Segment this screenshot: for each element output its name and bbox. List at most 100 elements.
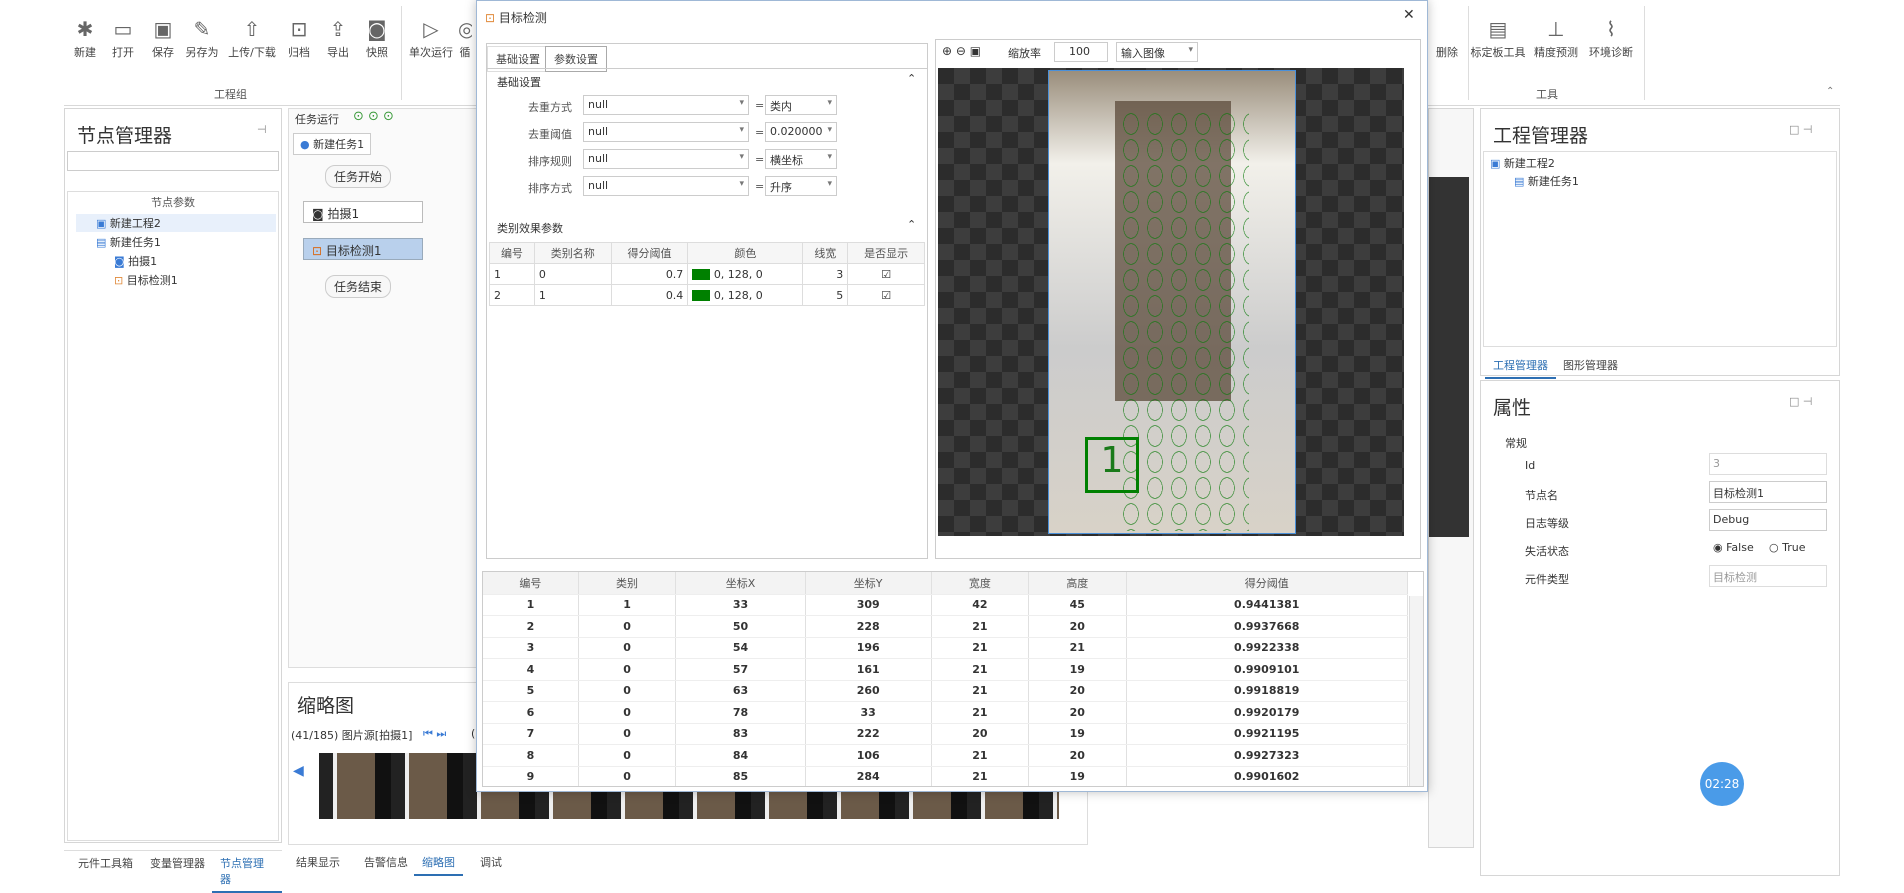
tab-task1[interactable]: ● 新建任务1 — [293, 133, 372, 155]
tab-results[interactable]: 结果显示 — [288, 850, 348, 874]
accuracy-predict-button[interactable]: ⊥ 精度预测 — [1530, 14, 1582, 60]
calibration-tool-button[interactable]: ▤ 标定板工具 — [1466, 14, 1530, 60]
properties-title: 属性 — [1493, 397, 1532, 419]
class-row[interactable]: 1 0 0.7 0, 128, 0 3 ☑ — [489, 263, 925, 285]
table-row[interactable]: 4 0 57 161 21 19 0.9909101 — [483, 658, 1409, 681]
hidden-panel — [1428, 108, 1474, 848]
sort-rule-value[interactable]: 横坐标 — [765, 149, 837, 169]
export-button[interactable]: ⇪ 导出 — [317, 14, 359, 60]
timer-badge[interactable]: 02:28 — [1700, 762, 1744, 806]
zoom-input[interactable]: 100 — [1054, 42, 1108, 62]
prop-id-field[interactable]: 3 — [1709, 453, 1827, 475]
sort-order-value[interactable]: 升序 — [765, 176, 837, 196]
zoom-icons[interactable]: ⊕ ⊖ ▣ — [942, 44, 981, 58]
class-section-title: 类别效果参数 — [497, 222, 563, 235]
image-canvas[interactable]: 1 — [938, 68, 1404, 536]
tab-node-manager[interactable]: 节点管理器 — [212, 851, 282, 893]
new-button[interactable]: ✱ 新建 — [64, 14, 106, 60]
save-button[interactable]: ▣ 保存 — [142, 14, 184, 60]
table-row[interactable]: 5 0 63 260 21 20 0.9918819 — [483, 680, 1409, 702]
task-icon: ▤ — [1514, 175, 1528, 188]
results-table: 编号 类别 坐标X 坐标Y 宽度 高度 得分阈值 1 1 33 309 42 45 0.94… — [483, 572, 1409, 786]
prop-log-select[interactable]: Debug — [1709, 509, 1827, 531]
show-checkbox[interactable]: ☑ — [847, 263, 925, 285]
class-row[interactable]: 2 1 0.4 0, 128, 0 5 ☑ — [489, 284, 925, 306]
table-row[interactable]: 1 1 33 309 42 45 0.9441381 — [483, 594, 1409, 616]
close-button[interactable]: ✕ — [1403, 7, 1415, 23]
pin-icon[interactable]: ⊣ — [257, 123, 267, 136]
tab-alarms[interactable]: 告警信息 — [356, 850, 416, 874]
tab-project-manager[interactable]: 工程管理器 — [1485, 353, 1556, 379]
properties-section: 常规 — [1505, 437, 1527, 450]
flow-start-node[interactable]: 任务开始 — [325, 165, 392, 188]
project-tree-item-project[interactable]: ▣ 新建工程2 — [1490, 155, 1555, 171]
dedup-mode-select[interactable]: null — [583, 95, 749, 115]
radio-false[interactable]: ◉ False — [1713, 541, 1754, 554]
tree-item-capture[interactable]: ◙ 拍摄1 — [94, 253, 157, 269]
tree-item-project[interactable]: ▣ 新建工程2 — [76, 214, 276, 232]
play-icon: ▷ — [423, 17, 439, 41]
detection-image: 1 — [1048, 70, 1296, 534]
table-row[interactable]: 9 0 85 284 21 19 0.9901602 — [483, 766, 1409, 786]
params-panel: 基础设置 参数设置 基础设置 ⌃ 去重方式 null = 类内 去重阈值 nul… — [486, 43, 928, 559]
flow-node-detect[interactable]: ⊡ 目标检测1 — [303, 238, 423, 260]
background-image-strip — [1429, 177, 1469, 537]
loop-run-button[interactable]: ◎ 循 — [458, 14, 472, 60]
open-button[interactable]: ▭ 打开 — [102, 14, 144, 60]
table-row[interactable]: 6 0 78 33 21 20 0.9920179 — [483, 701, 1409, 724]
export-icon: ⇪ — [329, 17, 347, 41]
detect-icon: ⊡ — [312, 244, 326, 258]
dedup-threshold-select[interactable]: null — [583, 122, 749, 142]
sort-rule-label: 排序规则 — [528, 155, 572, 168]
save-as-icon: ✎ — [193, 17, 211, 41]
upload-download-button[interactable]: ⇧ 上传/下载 — [224, 14, 280, 60]
table-row[interactable]: 8 0 84 106 21 20 0.9927323 — [483, 744, 1409, 767]
tab-debug[interactable]: 调试 — [472, 850, 510, 874]
single-run-button[interactable]: ▷ 单次运行 — [406, 14, 456, 60]
snapshot-button[interactable]: ◙ 快照 — [356, 14, 398, 60]
table-row[interactable]: 3 0 54 196 21 21 0.9922338 — [483, 637, 1409, 659]
env-diagnose-button[interactable]: ⌇ 环境诊断 — [1582, 14, 1640, 60]
scroll-left-icon[interactable]: ◀ — [293, 763, 304, 779]
basic-section-title: 基础设置 — [497, 76, 541, 89]
maximize-icon[interactable]: □ ⊣ — [1789, 123, 1812, 136]
prop-log-label: 日志等级 — [1525, 517, 1569, 530]
detection-marks — [1119, 111, 1249, 531]
sort-rule-select[interactable]: null — [583, 149, 749, 169]
tab-graphic-manager[interactable]: 图形管理器 — [1555, 353, 1626, 377]
maximize-icon[interactable]: □ ⊣ — [1789, 395, 1812, 408]
collapse-icon[interactable]: ⌃ — [907, 72, 916, 85]
delete-button[interactable]: 删除 — [1432, 14, 1462, 60]
node-search-input[interactable] — [67, 151, 279, 171]
radio-true[interactable]: ○ True — [1769, 541, 1805, 554]
archive-button[interactable]: ⊡ 归档 — [278, 14, 320, 60]
flow-node-capture[interactable]: ◙ 拍摄1 — [303, 201, 423, 223]
image-source-select[interactable]: 输入图像 — [1116, 42, 1198, 62]
project-tree-item-task[interactable]: ▤ 新建任务1 — [1514, 173, 1579, 189]
task-icon: ▤ — [96, 236, 110, 249]
collapse-icon[interactable]: ⌃ — [907, 218, 916, 231]
prop-name-field[interactable]: 目标检测1 — [1709, 481, 1827, 503]
run-icon[interactable]: ⊙ ⊙ ⊙ — [353, 109, 394, 124]
dedup-threshold-value[interactable]: 0.020000 — [765, 122, 837, 142]
dedup-mode-value[interactable]: 类内 — [765, 95, 837, 115]
table-row[interactable]: 2 0 50 228 21 20 0.9937668 — [483, 615, 1409, 638]
results-table-wrap: 编号 类别 坐标X 坐标Y 宽度 高度 得分阈值 1 1 33 309 42 45 0.94… — [482, 571, 1424, 787]
tree-item-detect[interactable]: ⊡ 目标检测1 — [94, 272, 178, 288]
prop-type-field[interactable]: 目标检测 — [1709, 565, 1827, 587]
tab-thumbnails[interactable]: 缩略图 — [414, 850, 463, 876]
save-as-button[interactable]: ✎ 另存为 — [181, 14, 223, 60]
sort-order-select[interactable]: null — [583, 176, 749, 196]
results-scrollbar[interactable] — [1409, 596, 1423, 786]
tab-component-toolbox[interactable]: 元件工具箱 — [70, 851, 141, 875]
nav-first-icon[interactable]: ⏮ ⏭ — [423, 727, 446, 741]
class-table: 编号 类别名称 得分阈值 颜色 线宽 是否显示 1 0 0.7 0, 128, … — [489, 242, 925, 306]
tab-variable-manager[interactable]: 变量管理器 — [142, 851, 213, 875]
flow-end-node[interactable]: 任务结束 — [325, 275, 392, 298]
tree-item-task[interactable]: ▤ 新建任务1 — [76, 234, 161, 250]
show-checkbox[interactable]: ☑ — [847, 284, 925, 306]
new-icon: ✱ — [76, 17, 94, 41]
table-row[interactable]: 7 0 83 222 20 19 0.9921195 — [483, 723, 1409, 745]
collapse-ribbon-icon[interactable]: ⌃ — [1826, 86, 1834, 97]
project-manager-panel: 工程管理器 □ ⊣ ▣ 新建工程2 ▤ 新建任务1 工程管理器 图形管理器 — [1480, 108, 1840, 379]
